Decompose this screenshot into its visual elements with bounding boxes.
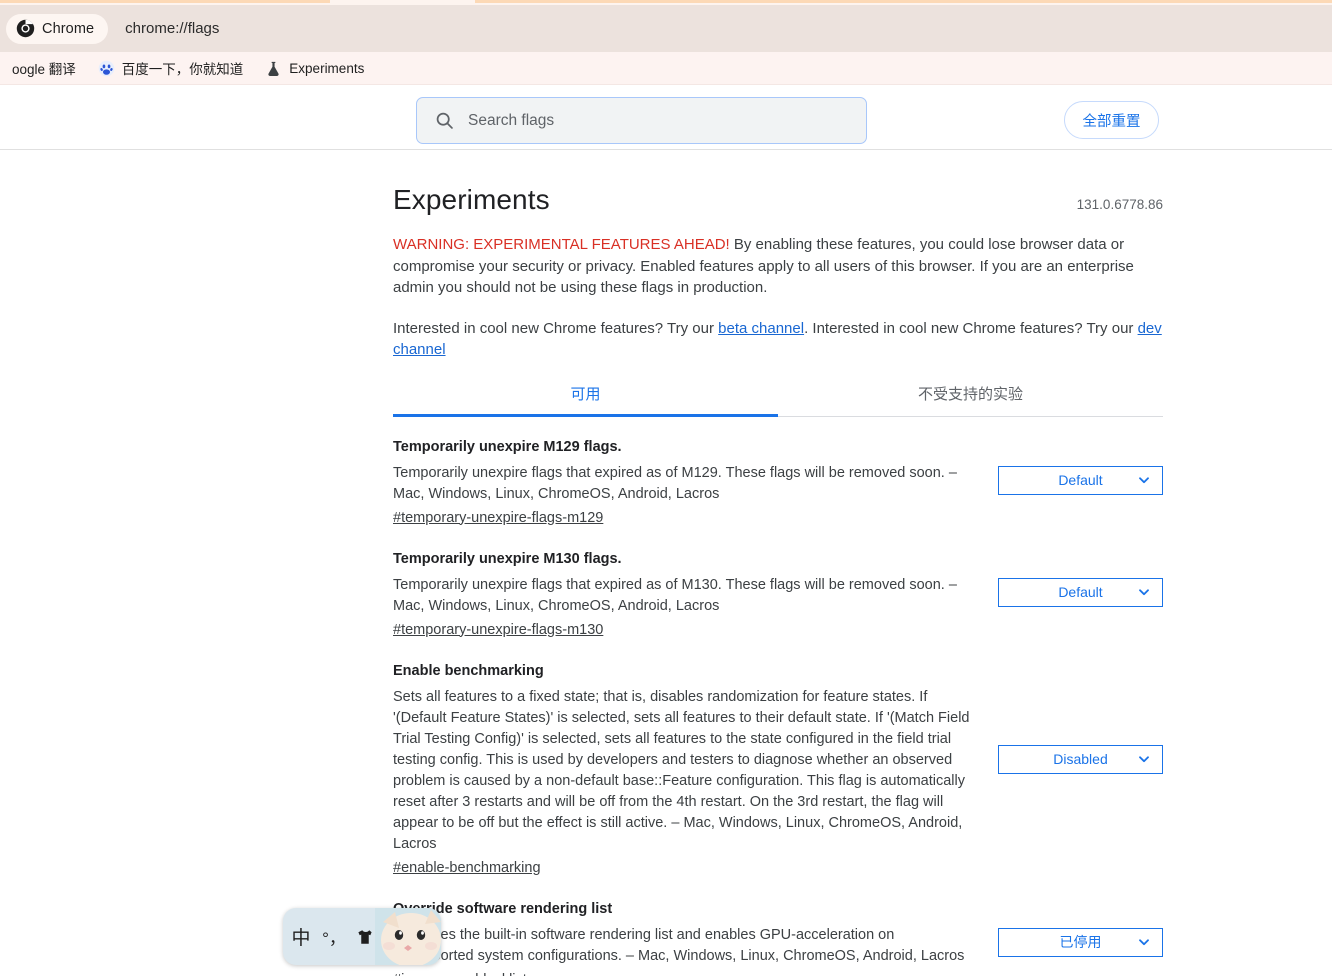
bookmarks-bar: oogle 翻译 百度一下，你就知道 Experiments: [0, 52, 1332, 85]
page-title-row: Experiments 131.0.6778.86: [393, 184, 1163, 216]
flag-text-block: Override software rendering list Overrid…: [393, 899, 978, 976]
flag-text-block: Temporarily unexpire M130 flags. Tempora…: [393, 549, 978, 639]
chevron-down-icon: [1139, 477, 1149, 484]
chevron-down-icon: [1139, 939, 1149, 946]
flag-row: Enable benchmarking Sets all features to…: [393, 641, 1163, 879]
flag-select-enable-benchmarking[interactable]: Disabled: [998, 744, 1163, 774]
channel-promo: Interested in cool new Chrome features? …: [393, 318, 1163, 361]
experimental-warning: WARNING: EXPERIMENTAL FEATURES AHEAD! By…: [393, 234, 1163, 299]
tab-strip-edge-left: [0, 0, 330, 3]
flag-control: 已停用: [978, 899, 1163, 957]
flag-title: Temporarily unexpire M129 flags.: [393, 438, 622, 455]
flag-description: Sets all features to a fixed state; that…: [393, 688, 970, 852]
flag-description: Overrides the built-in software renderin…: [393, 926, 965, 964]
flag-select-value: Default: [1058, 472, 1103, 488]
flag-select-temporary-unexpire-flags-m130[interactable]: Default: [998, 577, 1163, 607]
chevron-down-icon: [1139, 756, 1149, 763]
tab-strip-edge-right: [475, 0, 1332, 3]
flag-description: Temporarily unexpire flags that expired …: [393, 576, 957, 614]
flask-icon: [268, 61, 279, 76]
search-input[interactable]: [468, 111, 848, 130]
flag-control: Disabled: [978, 661, 1163, 774]
ime-floating-toolbar[interactable]: 中 °，: [283, 908, 441, 965]
chevron-down-icon: [1139, 589, 1149, 596]
flag-control: Default: [978, 437, 1163, 495]
baidu-icon: [98, 60, 115, 76]
flag-text-block: Temporarily unexpire M129 flags. Tempora…: [393, 437, 978, 527]
shirt-icon: [358, 929, 372, 944]
reset-all-button[interactable]: 全部重置: [1064, 101, 1159, 139]
flag-row: Temporarily unexpire M129 flags. Tempora…: [393, 417, 1163, 529]
flag-row: Temporarily unexpire M130 flags. Tempora…: [393, 529, 1163, 641]
flags-content: Experiments 131.0.6778.86 WARNING: EXPER…: [0, 150, 1332, 976]
beta-channel-link[interactable]: beta channel: [718, 320, 804, 337]
flag-anchor-link[interactable]: #temporary-unexpire-flags-m130: [393, 622, 603, 638]
flag-title: Override software rendering list: [393, 900, 613, 917]
page-title: Experiments: [393, 184, 550, 215]
tab-unsupported[interactable]: 不受支持的实验: [778, 383, 1163, 416]
bookmark-label: 百度一下，你就知道: [121, 62, 244, 77]
google-translate-icon: [0, 60, 5, 77]
ime-avatar[interactable]: [375, 908, 441, 965]
flag-anchor-link[interactable]: #enable-benchmarking: [393, 860, 541, 876]
flag-select-value: 已停用: [1059, 934, 1102, 950]
bookmark-item-google-translate[interactable]: oogle 翻译: [0, 58, 76, 78]
flag-row: Override software rendering list Overrid…: [393, 879, 1163, 976]
cat-avatar: [375, 908, 441, 965]
ime-punctuation-button[interactable]: °，: [319, 924, 349, 949]
bookmark-label: Experiments: [289, 60, 365, 76]
flag-title: Enable benchmarking: [393, 662, 544, 679]
chrome-logo-icon: [16, 19, 35, 38]
tab-strip: [0, 0, 1332, 5]
omnibox-bar: Chrome chrome://flags: [0, 5, 1332, 52]
search-flags-box[interactable]: [416, 97, 867, 144]
flag-text-block: Enable benchmarking Sets all features to…: [393, 661, 978, 877]
channel-text-1: Interested in cool new Chrome features? …: [393, 319, 719, 337]
flag-control: Default: [978, 549, 1163, 607]
bookmark-label: oogle 翻译: [12, 62, 76, 77]
flag-title: Temporarily unexpire M130 flags.: [393, 550, 622, 567]
chrome-profile-label: Chrome: [42, 20, 95, 37]
ime-language-mode-button[interactable]: 中: [283, 923, 319, 950]
flag-anchor-link[interactable]: #ignore-gpu-blocklist: [393, 972, 527, 976]
flag-select-temporary-unexpire-flags-m129[interactable]: Default: [998, 465, 1163, 495]
flag-anchor-link[interactable]: #temporary-unexpire-flags-m129: [393, 510, 603, 526]
flags-tabs: 可用 不受支持的实验: [393, 383, 1163, 417]
search-icon: [436, 112, 453, 129]
chrome-profile-pill[interactable]: Chrome: [6, 13, 109, 44]
flag-description: Temporarily unexpire flags that expired …: [393, 464, 957, 502]
flag-select-value: Default: [1058, 584, 1103, 600]
flag-select-ignore-gpu-blocklist[interactable]: 已停用: [998, 927, 1163, 957]
address-bar-url[interactable]: chrome://flags: [125, 20, 219, 37]
chrome-version: 131.0.6778.86: [1076, 197, 1163, 212]
bookmark-item-baidu[interactable]: 百度一下，你就知道: [98, 58, 244, 78]
warning-headline: WARNING: EXPERIMENTAL FEATURES AHEAD!: [393, 236, 730, 253]
channel-text-2: . Interested in cool new Chrome features…: [804, 319, 1138, 337]
flag-select-value: Disabled: [1053, 751, 1108, 767]
bookmark-item-experiments[interactable]: Experiments: [265, 60, 364, 77]
tab-available[interactable]: 可用: [393, 383, 778, 417]
